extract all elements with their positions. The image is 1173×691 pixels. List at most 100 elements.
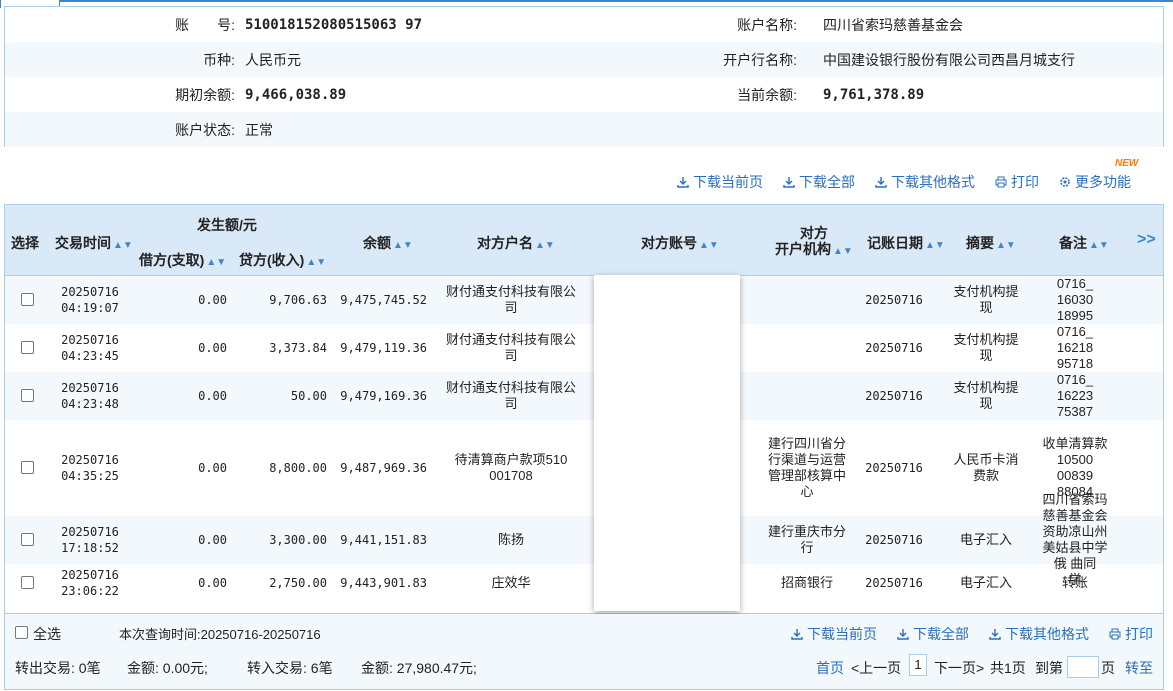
currency-label: 币种: <box>203 51 235 68</box>
download-page-link[interactable]: 下载当前页 <box>677 172 763 192</box>
col-party-name[interactable]: 对方户名 ▲▼ <box>477 233 555 253</box>
cell-remark-line: 四川省索玛 <box>1042 492 1108 507</box>
cell-party-name: 待清算商户款项510 001708 <box>437 452 585 484</box>
account-name-label: 账户名称: <box>737 16 797 33</box>
cell-balance: 9,441,151.83 <box>340 533 427 547</box>
col-balance-label: 余额 <box>363 235 391 251</box>
cell-remark-line: 慈善基金会 <box>1042 508 1108 523</box>
sort-icon: ▲▼ <box>206 257 227 268</box>
row-checkbox[interactable] <box>21 341 34 354</box>
cell-summary-line: 现 <box>979 300 993 315</box>
download-all-label: 下载全部 <box>799 174 855 190</box>
table-row: 20250716 04:19:07 0.00 9,706.63 9,475,745.52… <box>5 276 1163 324</box>
footer-download-page-label: 下载当前页 <box>807 626 877 642</box>
footer-download-page-link[interactable]: 下载当前页 <box>791 624 877 644</box>
row-checkbox[interactable] <box>21 461 34 474</box>
col-debit[interactable]: 借方(支取) ▲▼ <box>139 250 226 270</box>
cell-remark-line: 75387 <box>1056 404 1094 419</box>
goto-button[interactable]: 转至 <box>1125 658 1153 678</box>
account-info-panel: 账 号: 510018152080515063 97 账户名称: 四川省索玛慈善… <box>4 6 1164 147</box>
col-remark[interactable]: 备注 ▲▼ <box>1059 233 1109 253</box>
row-checkbox[interactable] <box>21 533 34 546</box>
cell-date: 20250716 <box>61 453 119 467</box>
select-all-checkbox[interactable] <box>15 626 28 639</box>
more-functions-label: 更多功能 <box>1075 174 1131 190</box>
cell-party-name-line: 陈扬 <box>497 532 524 547</box>
cell-party-bank-line: 行 <box>800 540 814 555</box>
info-row: 币种: 人民币元 开户行名称: 中国建设银行股份有限公司西昌月城支行 <box>5 42 1163 77</box>
cell-remark-line: 16223 <box>1056 388 1094 403</box>
cell-credit: 3,373.84 <box>269 341 327 355</box>
total-pages: 共1页 <box>990 660 1026 676</box>
footer-print-link[interactable]: 打印 <box>1109 624 1153 644</box>
opening-balance-value: 9,466,038.89 <box>245 86 347 103</box>
sort-icon: ▲▼ <box>113 240 133 251</box>
download-icon <box>783 177 795 188</box>
cell-credit: 3,300.00 <box>269 533 327 547</box>
col-post-date[interactable]: 记账日期 ▲▼ <box>867 233 945 253</box>
cell-party-name-line: 司 <box>504 348 518 363</box>
cell-remark-line: 18995 <box>1056 308 1094 323</box>
download-other-link[interactable]: 下载其他格式 <box>875 172 975 192</box>
footer-download-all-link[interactable]: 下载全部 <box>897 624 969 644</box>
row-checkbox[interactable] <box>21 576 34 589</box>
footer-print-label: 打印 <box>1125 626 1153 642</box>
cell-clock: 04:19:07 <box>61 301 119 315</box>
row-checkbox[interactable] <box>21 389 34 402</box>
printer-icon <box>1109 628 1121 640</box>
col-party-bank[interactable]: 对方 开户机构 ▲▼ <box>775 225 853 260</box>
cell-date: 20250716 <box>61 285 119 299</box>
info-row: 账户状态: 正常 <box>5 112 1163 147</box>
next-page-link[interactable]: 下一页> <box>934 658 984 678</box>
col-select: 选择 <box>11 235 39 251</box>
col-amount-group: 发生额/元 <box>197 217 257 233</box>
col-party-account-label: 对方账号 <box>641 235 697 251</box>
more-functions-link[interactable]: 更多功能 <box>1059 172 1131 192</box>
sort-icon: ▲▼ <box>699 240 719 251</box>
cell-date: 20250716 <box>61 568 119 582</box>
prev-page-link[interactable]: <上一页 <box>851 658 901 678</box>
cell-remark-line: 0716_ <box>1056 276 1094 291</box>
download-page-label: 下载当前页 <box>693 174 763 190</box>
download-icon <box>677 177 689 188</box>
print-link[interactable]: 打印 <box>995 172 1039 192</box>
col-summary-label: 摘要 <box>966 235 994 251</box>
cell-debit: 0.00 <box>198 461 227 475</box>
table-row: 20250716 17:18:52 0.00 3,300.00 9,441,151.83… <box>5 492 1163 587</box>
cell-credit: 9,706.63 <box>269 293 327 307</box>
download-all-link[interactable]: 下载全部 <box>783 172 855 192</box>
col-summary[interactable]: 摘要 ▲▼ <box>966 233 1016 253</box>
gear-icon <box>1060 177 1070 187</box>
col-time[interactable]: 交易时间 ▲▼ <box>55 233 133 253</box>
current-page[interactable]: 1 <box>909 654 927 676</box>
row-checkbox[interactable] <box>21 293 34 306</box>
cell-time: 20250716 04:23:48 <box>55 380 125 412</box>
cell-party-name: 财付通支付科技有限公司 <box>437 332 585 364</box>
goto-page-input[interactable] <box>1067 656 1099 678</box>
out-transactions: 转出交易: 0笔 <box>15 660 101 676</box>
sort-icon: ▲▼ <box>306 257 327 268</box>
cell-party-name-line: 司 <box>504 300 518 315</box>
col-party-account[interactable]: 对方账号 ▲▼ <box>641 233 719 253</box>
cell-remark: 0716_ 16218 95718 <box>1035 324 1115 372</box>
cell-balance: 9,475,745.52 <box>340 293 427 307</box>
cell-party-bank-line: 招商银行 <box>780 575 833 590</box>
footer-download-other-link[interactable]: 下载其他格式 <box>989 624 1089 644</box>
col-balance[interactable]: 余额 ▲▼ <box>363 233 413 253</box>
cell-summary: 电子汇入 <box>945 532 1027 548</box>
new-badge: NEW <box>1115 158 1139 169</box>
table-row: 20250716 04:23:45 0.00 3,373.84 9,479,119.36… <box>5 324 1163 372</box>
redaction-overlay <box>594 275 740 611</box>
cell-remark: 收单清算款 10500 00839 88084 <box>1035 436 1115 500</box>
cell-summary-line: 支付机构提 <box>953 284 1019 299</box>
col-remark-label: 备注 <box>1059 235 1087 251</box>
footer-download-all-label: 下载全部 <box>913 626 969 642</box>
cell-party-bank: 建行重庆市分行 <box>761 524 853 556</box>
cell-summary-line: 支付机构提 <box>953 332 1019 347</box>
col-credit[interactable]: 贷方(收入) ▲▼ <box>239 250 326 270</box>
cell-debit: 0.00 <box>198 341 227 355</box>
table-footer: 全选 本次查询时间:20250716-20250716 下载当前页 下载全部 下… <box>4 614 1164 690</box>
first-page-link[interactable]: 首页 <box>816 658 844 678</box>
cell-summary: 电子汇入 <box>945 575 1027 591</box>
expand-columns-button[interactable]: >> <box>1137 231 1156 249</box>
